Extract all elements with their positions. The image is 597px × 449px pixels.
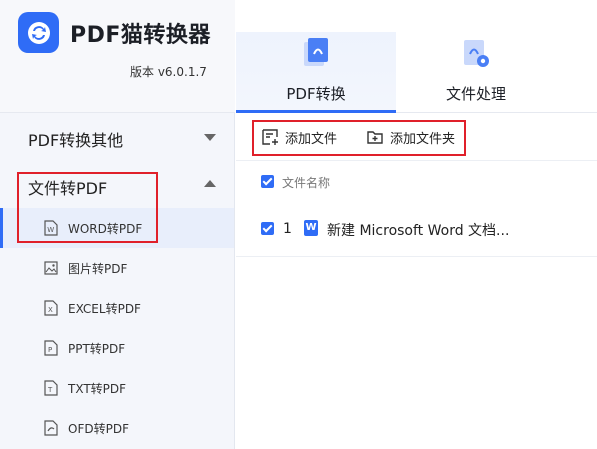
add-folder-label: 添加文件夹 xyxy=(390,131,456,147)
sidebar-item-label: EXCEL转PDF xyxy=(68,302,141,316)
add-file-icon xyxy=(262,129,278,145)
add-folder-icon xyxy=(367,131,383,144)
category-file-to-pdf[interactable]: 文件转PDF xyxy=(0,162,234,210)
svg-text:P: P xyxy=(48,346,52,354)
sidebar-item-label: 图片转PDF xyxy=(68,262,128,276)
sidebar-item-image-to-pdf[interactable]: 图片转PDF xyxy=(0,248,234,288)
svg-text:X: X xyxy=(48,306,53,314)
sidebar-item-label: OFD转PDF xyxy=(68,422,129,436)
word-document-icon: W xyxy=(304,220,318,236)
image-file-icon xyxy=(44,261,58,275)
tab-label: 文件处理 xyxy=(445,85,506,103)
main-tabs: PDF转换 文件处理 xyxy=(236,0,597,113)
sidebar-item-label: WORD转PDF xyxy=(68,222,143,236)
word-file-icon: W xyxy=(44,220,58,236)
file-name: 新建 Microsoft Word 文档... xyxy=(327,223,510,239)
file-list-header: 文件名称 xyxy=(236,162,597,200)
column-header-filename: 文件名称 xyxy=(282,176,331,190)
brand-header: PDF猫转换器 版本 v6.0.1.7 xyxy=(0,0,235,113)
category-pdf-to-other[interactable]: PDF转换其他 xyxy=(0,114,234,162)
active-indicator xyxy=(0,208,3,248)
pdf-convert-icon xyxy=(304,38,328,66)
app-logo-icon xyxy=(18,12,59,53)
ppt-file-icon: P xyxy=(44,340,58,356)
select-all-checkbox[interactable] xyxy=(261,175,274,188)
toolbar: 添加文件 添加文件夹 xyxy=(236,113,597,161)
txt-file-icon: T xyxy=(44,380,58,396)
tab-pdf-convert[interactable]: PDF转换 xyxy=(236,32,396,113)
file-process-icon xyxy=(464,40,489,67)
excel-file-icon: X xyxy=(44,300,58,316)
ofd-file-icon xyxy=(44,420,58,436)
sidebar: PDF猫转换器 版本 v6.0.1.7 PDF转换其他 文件转PDF W WOR… xyxy=(0,0,235,449)
add-file-label: 添加文件 xyxy=(285,131,338,147)
row-checkbox[interactable] xyxy=(261,222,274,235)
add-file-button[interactable]: 添加文件 xyxy=(261,126,337,148)
chevron-up-icon xyxy=(204,180,216,187)
sidebar-item-excel-to-pdf[interactable]: X EXCEL转PDF xyxy=(0,288,234,328)
version-label: 版本 v6.0.1.7 xyxy=(130,65,207,79)
add-folder-button[interactable]: 添加文件夹 xyxy=(366,126,455,148)
sidebar-item-ppt-to-pdf[interactable]: P PPT转PDF xyxy=(0,328,234,368)
tab-file-process[interactable]: 文件处理 xyxy=(396,32,556,113)
sidebar-item-label: TXT转PDF xyxy=(68,382,127,396)
tab-label: PDF转换 xyxy=(286,85,346,103)
category-label: 文件转PDF xyxy=(28,179,108,198)
category-label: PDF转换其他 xyxy=(28,131,124,150)
table-row[interactable]: 1 W 新建 Microsoft Word 文档... xyxy=(236,201,597,257)
chevron-down-icon xyxy=(204,134,216,141)
svg-text:W: W xyxy=(47,226,54,234)
sidebar-item-ofd-to-pdf[interactable]: OFD转PDF xyxy=(0,408,234,448)
sidebar-item-label: PPT转PDF xyxy=(68,342,126,356)
sidebar-item-word-to-pdf[interactable]: W WORD转PDF xyxy=(0,208,234,248)
row-index: 1 xyxy=(283,221,292,237)
svg-text:T: T xyxy=(47,386,53,394)
sidebar-item-txt-to-pdf[interactable]: T TXT转PDF xyxy=(0,368,234,408)
app-name: PDF猫转换器 xyxy=(70,23,211,48)
